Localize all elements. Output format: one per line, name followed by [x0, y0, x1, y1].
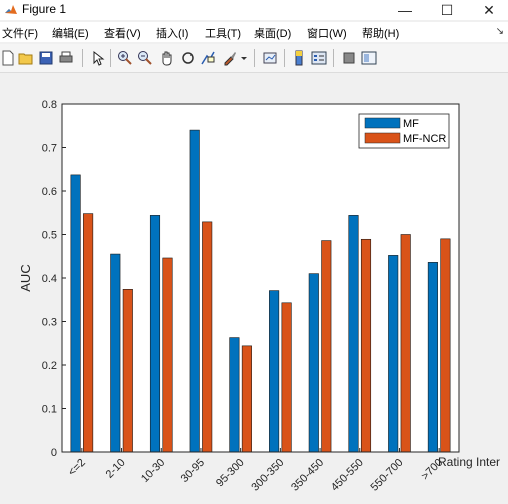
bar-mf-ncr-9 [440, 238, 451, 453]
legend-icon[interactable] [311, 50, 327, 66]
bar-mf-ncr-2 [162, 257, 173, 453]
toolbar-separator [333, 49, 334, 67]
y-tick-label: 0.8 [42, 99, 57, 111]
x-tick-label: 300-350 [249, 457, 286, 494]
legend[interactable]: MF MF-NCR [358, 113, 450, 149]
y-tick-label: 0.2 [42, 360, 57, 372]
y-tick-label: 0.5 [42, 230, 57, 242]
x-tick-label: 350-450 [289, 457, 326, 494]
bar-mf-ncr-6 [321, 240, 332, 453]
bar-mf-6 [308, 273, 319, 453]
bar-chart: 0 0.1 0.2 0.3 0.4 0.5 0.6 0.7 0.8 <=2 2-10 10-30 30… [18, 99, 500, 494]
y-axis-label: AUC [18, 264, 33, 291]
x-tick-label: 2-10 [104, 457, 128, 481]
maximize-button[interactable]: ☐ [428, 0, 466, 20]
print-icon[interactable] [58, 50, 74, 66]
pan-hand-icon[interactable] [159, 50, 175, 66]
y-tick-label: 0.4 [42, 273, 57, 285]
legend-label-mf: MF [403, 118, 419, 130]
zoom-in-icon[interactable] [117, 50, 133, 66]
open-icon[interactable] [18, 50, 34, 66]
bar-mf-9 [427, 262, 438, 453]
axes-background [62, 104, 459, 452]
legend-swatch-mf-ncr [364, 132, 401, 144]
bar-mf-8 [388, 255, 399, 453]
window-title: Figure 1 [22, 2, 67, 16]
close-icon: ✕ [483, 1, 495, 18]
bar-mf-ncr-5 [281, 302, 292, 453]
figure-canvas: 0 0.1 0.2 0.3 0.4 0.5 0.6 0.7 0.8 <=2 2-10 10-30 30… [0, 73, 508, 499]
bar-mf-ncr-1 [122, 289, 133, 453]
link-plot-icon[interactable] [262, 50, 278, 66]
menu-file[interactable]: 文件(F) [2, 25, 38, 41]
menu-window[interactable]: 窗口(W) [307, 25, 347, 41]
legend-swatch-mf [364, 117, 401, 129]
menu-tools[interactable]: 工具(T) [205, 25, 241, 41]
matlab-logo-icon [5, 5, 17, 14]
bar-mf-5 [269, 290, 280, 453]
bar-mf-ncr-3 [202, 221, 213, 453]
bar-mf-4 [229, 337, 240, 453]
figure-toolbar [0, 44, 508, 73]
close-button[interactable]: ✕ [470, 0, 508, 20]
x-tick-label: 450-550 [329, 457, 366, 494]
brush-dropdown-icon[interactable] [239, 50, 249, 66]
y-tick-label: 0.3 [42, 317, 57, 329]
zoom-out-icon[interactable] [137, 50, 153, 66]
minimize-icon: — [398, 2, 412, 18]
bar-mf-ncr-7 [360, 238, 372, 453]
x-axis-label: Rating Inter [438, 455, 500, 469]
brush-icon[interactable] [222, 50, 238, 66]
x-tick-label: 30-95 [179, 457, 207, 485]
bar-mf-ncr-8 [400, 234, 411, 453]
toolbar-separator [254, 49, 255, 67]
legend-label-mf-ncr: MF-NCR [403, 133, 446, 145]
bar-mf-ncr-4 [241, 345, 252, 453]
x-tick-label: 95-300 [214, 457, 247, 490]
menu-desktop[interactable]: 桌面(D) [254, 25, 291, 41]
y-tick-label: 0.1 [42, 404, 57, 416]
save-icon[interactable] [38, 50, 54, 66]
x-tick-label: 10-30 [139, 457, 167, 485]
menu-view[interactable]: 查看(V) [104, 25, 141, 41]
bar-mf-3 [189, 129, 200, 453]
toolbar-separator [284, 49, 285, 67]
new-figure-icon[interactable] [0, 50, 16, 66]
data-cursor-icon[interactable] [200, 50, 216, 66]
show-plot-tools-icon[interactable] [361, 50, 377, 66]
title-bar: Figure 1 — ☐ ✕ [0, 0, 508, 20]
colorbar-icon[interactable] [291, 50, 307, 66]
bar-mf-2 [149, 215, 161, 453]
bar-mf-7 [348, 215, 359, 453]
bar-mf-ncr-0 [83, 213, 94, 453]
menu-edit[interactable]: 编辑(E) [52, 25, 89, 41]
toolbar-separator [82, 49, 83, 67]
bar-mf-1 [110, 253, 121, 453]
y-tick-label: 0 [51, 447, 57, 459]
y-tick-label: 0.7 [42, 143, 57, 155]
y-tick-label: 0.6 [42, 186, 57, 198]
bar-mf-0 [70, 174, 81, 453]
pointer-icon[interactable] [90, 50, 106, 66]
menu-insert[interactable]: 插入(I) [156, 25, 188, 41]
menu-help[interactable]: 帮助(H) [362, 25, 399, 41]
maximize-icon: ☐ [440, 1, 454, 18]
toolbar-separator [110, 49, 111, 67]
minimize-button[interactable]: — [386, 0, 424, 20]
rotate-3d-icon[interactable] [180, 50, 196, 66]
menu-bar: 文件(F) 编辑(E) 查看(V) 插入(I) 工具(T) 桌面(D) 窗口(W… [0, 22, 508, 42]
hide-plot-tools-icon[interactable] [341, 50, 357, 66]
menu-overflow-icon[interactable]: ↘ [496, 26, 504, 37]
x-tick-label: <=2 [66, 457, 88, 479]
x-tick-label: 550-700 [369, 457, 406, 494]
